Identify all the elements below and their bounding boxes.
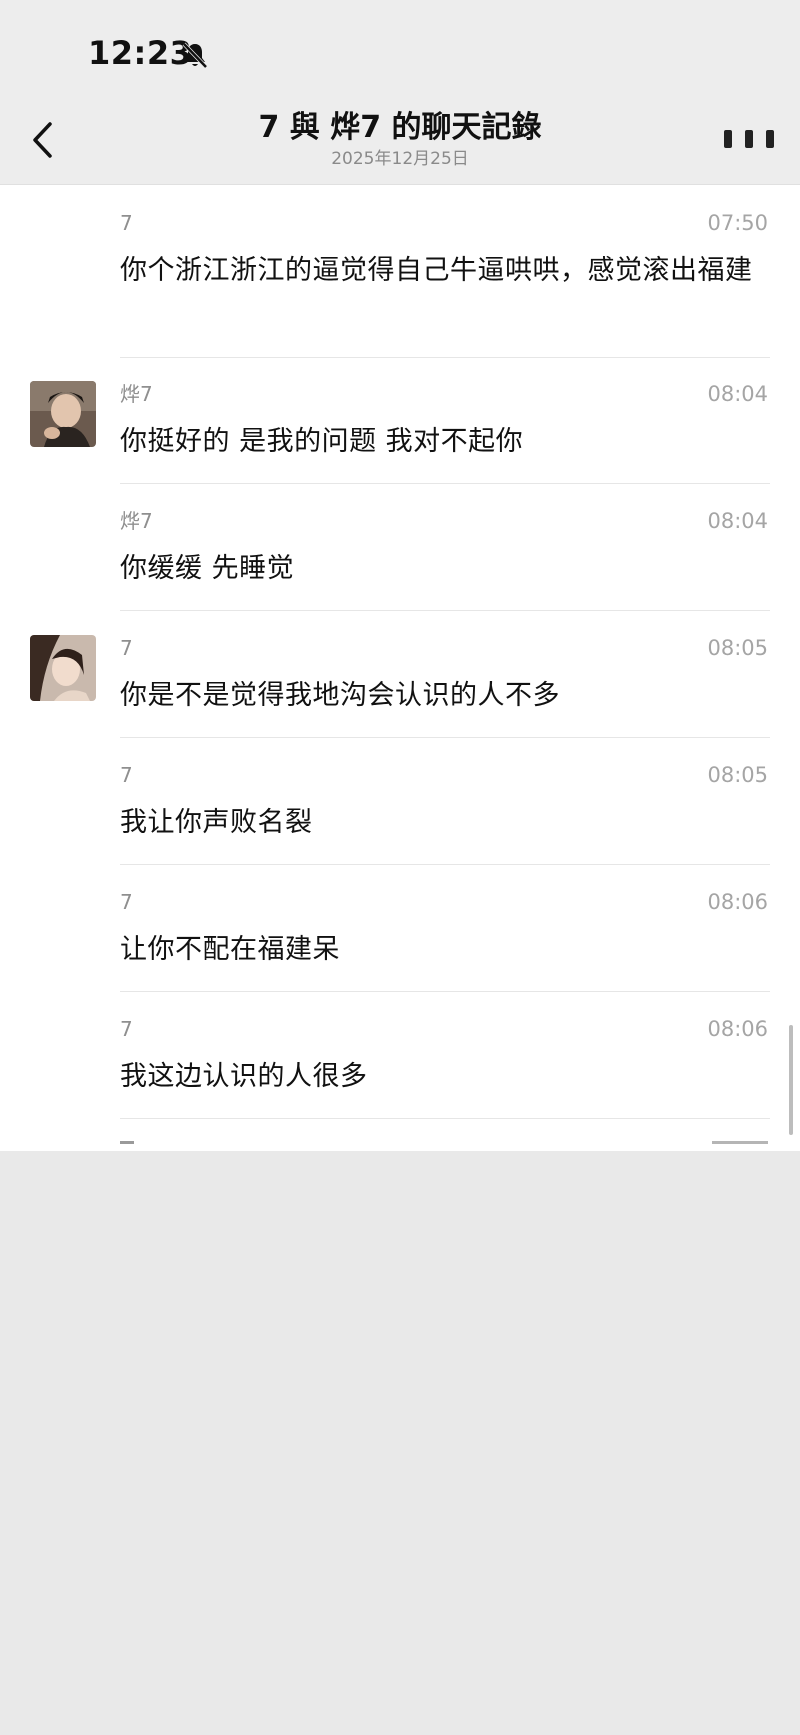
bell-slash-icon <box>182 42 208 69</box>
scrollbar-thumb[interactable] <box>789 1025 793 1135</box>
header: 12:23 7 與 烨7 的聊天記錄 2025年12月25日 <box>0 0 800 185</box>
divider <box>120 1118 770 1119</box>
message-time: 08:04 <box>707 509 768 533</box>
message-text: 你个浙江浙江的逼觉得自己牛逼哄哄，感觉滚出福建 <box>120 255 753 286</box>
more-button[interactable] <box>724 124 774 154</box>
divider <box>120 610 770 611</box>
message-time: 08:05 <box>707 636 768 660</box>
sender-name: 7 <box>120 890 133 914</box>
sender-name: 7 <box>120 1017 133 1041</box>
chat-title: 7 與 烨7 的聊天記錄 <box>258 110 542 145</box>
divider <box>120 483 770 484</box>
sender-name: 7 <box>120 636 133 660</box>
avatar[interactable] <box>30 381 96 447</box>
message-text: 我这边认识的人很多 <box>120 1061 368 1092</box>
avatar-photo-icon <box>30 635 96 701</box>
more-icon-dot <box>724 130 732 148</box>
message-time: 08:06 <box>707 890 768 914</box>
message-time: 08:06 <box>707 1017 768 1041</box>
partial-time-glyph <box>712 1141 768 1144</box>
divider <box>120 991 770 992</box>
title-block: 7 與 烨7 的聊天記錄 2025年12月25日 <box>150 108 650 170</box>
sender-name: 7 <box>120 211 133 235</box>
avatar[interactable] <box>30 635 96 701</box>
message-time: 07:50 <box>707 211 768 235</box>
message-text: 你缓缓 先睡觉 <box>120 553 295 584</box>
back-button[interactable] <box>22 112 62 168</box>
avatar-photo-icon <box>30 381 96 447</box>
partial-sender-glyph <box>120 1141 134 1144</box>
divider <box>120 864 770 865</box>
list-item-partial <box>0 1135 800 1149</box>
message-text: 你挺好的 是我的问题 我对不起你 <box>120 426 524 457</box>
more-icon-dot <box>766 130 774 148</box>
message-text: 我让你声败名裂 <box>120 807 313 838</box>
divider <box>120 357 770 358</box>
message-list[interactable]: 7 07:50 你个浙江浙江的逼觉得自己牛逼哄哄，感觉滚出福建 烨7 08:04… <box>0 185 800 1151</box>
chat-date: 2025年12月25日 <box>331 149 469 169</box>
divider <box>120 737 770 738</box>
message-text: 让你不配在福建呆 <box>120 934 340 965</box>
status-time: 12:23 <box>88 34 193 72</box>
message-time: 08:05 <box>707 763 768 787</box>
message-text: 你是不是觉得我地沟会认识的人不多 <box>120 680 560 711</box>
chat-history-screen: 12:23 7 與 烨7 的聊天記錄 2025年12月25日 7 07:50 你… <box>0 0 800 1735</box>
chevron-left-icon <box>33 122 52 158</box>
more-icon-dot <box>745 130 753 148</box>
sender-name: 7 <box>120 763 133 787</box>
list-item[interactable]: 7 07:50 你个浙江浙江的逼觉得自己牛逼哄哄，感觉滚出福建 <box>0 210 800 540</box>
message-time: 08:04 <box>707 382 768 406</box>
sender-name: 烨7 <box>120 382 153 406</box>
sender-name: 烨7 <box>120 509 153 533</box>
